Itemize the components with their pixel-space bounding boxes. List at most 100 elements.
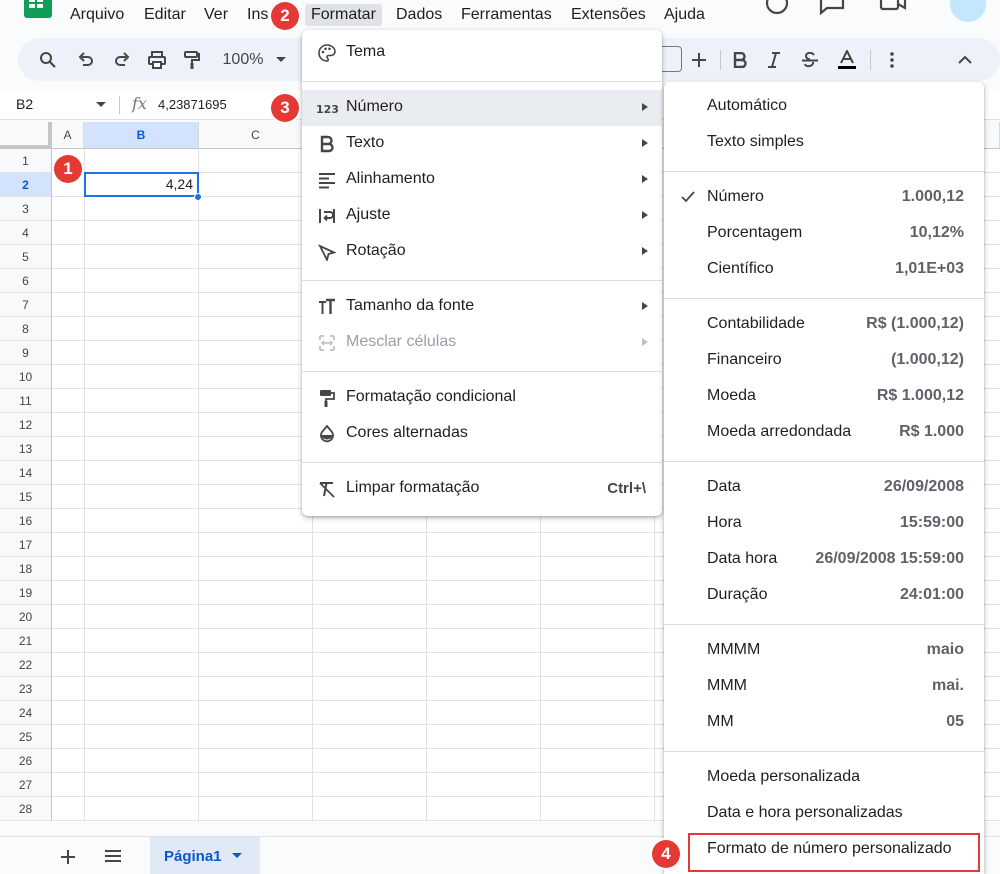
more-options-icon[interactable]	[882, 38, 902, 81]
number-menu-item-contabilidade[interactable]: Contabilidade R$ (1.000,12)	[664, 307, 984, 343]
row-header[interactable]: 5	[0, 245, 52, 269]
row-header[interactable]: 4	[0, 221, 52, 245]
menu-item-label: Tamanho da fonte	[346, 297, 475, 314]
add-sheet-button[interactable]	[60, 845, 76, 871]
format-menu-item-limpar-formatacao[interactable]: Limpar formatação Ctrl+\	[302, 471, 662, 507]
row-header[interactable]: 14	[0, 461, 52, 485]
row-header[interactable]: 20	[0, 605, 52, 629]
menu-editar[interactable]: Editar	[142, 4, 188, 26]
number-menu-item-hora[interactable]: Hora 15:59:00	[664, 506, 984, 542]
menu-arquivo[interactable]: Arquivo	[68, 4, 126, 26]
row-header[interactable]: 6	[0, 269, 52, 293]
undo-icon[interactable]	[74, 38, 98, 81]
fill-handle[interactable]	[194, 193, 202, 201]
format-menu-item-alinhamento[interactable]: Alinhamento	[302, 162, 662, 198]
format-menu-item-numero[interactable]: 123 Número	[302, 90, 662, 126]
row-header[interactable]: 19	[0, 581, 52, 605]
number-menu-item-porcentagem[interactable]: Porcentagem 10,12%	[664, 216, 984, 252]
number-format-example: 1,01E+03	[895, 260, 964, 277]
number-menu-item-automatico[interactable]: Automático	[664, 89, 984, 125]
history-icon[interactable]	[764, 0, 790, 16]
zoom-select[interactable]: 100%	[218, 38, 268, 81]
number-menu-item-cientifico[interactable]: Científico 1,01E+03	[664, 252, 984, 288]
row-header[interactable]: 7	[0, 293, 52, 317]
paint-format-icon[interactable]	[180, 38, 204, 81]
format-menu-item-mesclar-celulas[interactable]: Mesclar células	[302, 325, 662, 361]
number-menu-item-data[interactable]: Data 26/09/2008	[664, 470, 984, 506]
row-header[interactable]: 3	[0, 197, 52, 221]
row-header[interactable]: 23	[0, 677, 52, 701]
format-menu-item-formatacao-condicional[interactable]: Formatação condicional	[302, 380, 662, 416]
name-box-caret-icon[interactable]	[96, 102, 106, 108]
row-header[interactable]: 1	[0, 149, 52, 173]
bold-icon[interactable]	[728, 38, 752, 81]
row-header[interactable]: 16	[0, 509, 52, 533]
row-header[interactable]: 18	[0, 557, 52, 581]
menu-ver[interactable]: Ver	[202, 4, 230, 26]
menu-dados[interactable]: Dados	[394, 4, 444, 26]
menu-extensoes[interactable]: Extensões	[569, 4, 648, 26]
row-header[interactable]: 13	[0, 437, 52, 461]
row-header[interactable]: 2	[0, 173, 52, 197]
number-menu-item-mm[interactable]: MM 05	[664, 705, 984, 741]
meet-video-icon[interactable]	[878, 0, 908, 16]
number-menu-item-numero[interactable]: Número 1.000,12	[664, 180, 984, 216]
sheet-tab-pagina1[interactable]: Página1	[150, 837, 260, 874]
column-header-a[interactable]: A	[52, 122, 84, 149]
text-color-icon[interactable]	[834, 38, 860, 81]
number-menu-item-texto-simples[interactable]: Texto simples	[664, 125, 984, 161]
row-header[interactable]: 15	[0, 485, 52, 509]
number-menu-item-mmmm[interactable]: MMMM maio	[664, 633, 984, 669]
menu-formatar[interactable]: Formatar	[305, 4, 382, 26]
number-menu-item-moeda-arredondada[interactable]: Moeda arredondada R$ 1.000	[664, 415, 984, 451]
column-header-c[interactable]: C	[199, 122, 313, 149]
all-sheets-menu-icon[interactable]	[104, 849, 122, 863]
format-menu-item-cores-alternadas[interactable]: Cores alternadas	[302, 416, 662, 452]
format-menu-item-rotacao[interactable]: Rotação	[302, 234, 662, 270]
row-header[interactable]: 28	[0, 797, 52, 821]
name-box[interactable]: B2	[16, 96, 33, 112]
sheets-logo-icon[interactable]	[24, 0, 52, 18]
row-header[interactable]: 8	[0, 317, 52, 341]
number-menu-item-data-hora[interactable]: Data hora 26/09/2008 15:59:00	[664, 542, 984, 578]
sheet-tab-caret-icon[interactable]	[231, 853, 242, 859]
search-menus-icon[interactable]	[36, 38, 60, 81]
zoom-caret-icon[interactable]	[274, 38, 288, 81]
number-menu-item-moeda-personalizada[interactable]: Moeda personalizada	[664, 760, 984, 796]
row-header[interactable]: 24	[0, 701, 52, 725]
row-header[interactable]: 9	[0, 341, 52, 365]
row-header[interactable]: 25	[0, 725, 52, 749]
number-menu-item-mmm[interactable]: MMM mai.	[664, 669, 984, 705]
number-menu-item-duracao[interactable]: Duração 24:01:00	[664, 578, 984, 614]
row-header[interactable]: 12	[0, 413, 52, 437]
row-header[interactable]: 22	[0, 653, 52, 677]
print-icon[interactable]	[145, 38, 169, 81]
redo-icon[interactable]	[110, 38, 134, 81]
menu-ferramentas[interactable]: Ferramentas	[459, 4, 554, 26]
format-menu-item-ajuste[interactable]: Ajuste	[302, 198, 662, 234]
number-menu-item-moeda[interactable]: Moeda R$ 1.000,12	[664, 379, 984, 415]
row-header[interactable]: 11	[0, 389, 52, 413]
row-header[interactable]: 27	[0, 773, 52, 797]
comments-icon[interactable]	[818, 0, 846, 16]
row-header[interactable]: 10	[0, 365, 52, 389]
row-header[interactable]: 17	[0, 533, 52, 557]
collapse-menus-icon[interactable]	[954, 38, 976, 81]
format-menu-item-texto[interactable]: Texto	[302, 126, 662, 162]
italic-icon[interactable]	[762, 38, 786, 81]
increase-font-size-icon[interactable]	[688, 38, 710, 81]
number-format-example: mai.	[931, 677, 964, 694]
row-header[interactable]: 21	[0, 629, 52, 653]
number-menu-item-data-hora-personalizadas[interactable]: Data e hora personalizadas	[664, 796, 984, 832]
active-cell-b2[interactable]: 4,24	[84, 172, 199, 197]
number-menu-item-financeiro[interactable]: Financeiro (1.000,12)	[664, 343, 984, 379]
strikethrough-icon[interactable]	[798, 38, 822, 81]
column-header-b[interactable]: B	[84, 122, 199, 149]
formula-input[interactable]: 4,23871695	[158, 97, 227, 112]
format-menu-item-tema[interactable]: Tema	[302, 35, 662, 71]
account-avatar[interactable]	[950, 0, 986, 22]
menu-ajuda[interactable]: Ajuda	[662, 4, 707, 26]
format-menu-item-tamanho-da-fonte[interactable]: Tamanho da fonte	[302, 289, 662, 325]
row-header[interactable]: 26	[0, 749, 52, 773]
select-all-corner[interactable]	[0, 122, 52, 149]
